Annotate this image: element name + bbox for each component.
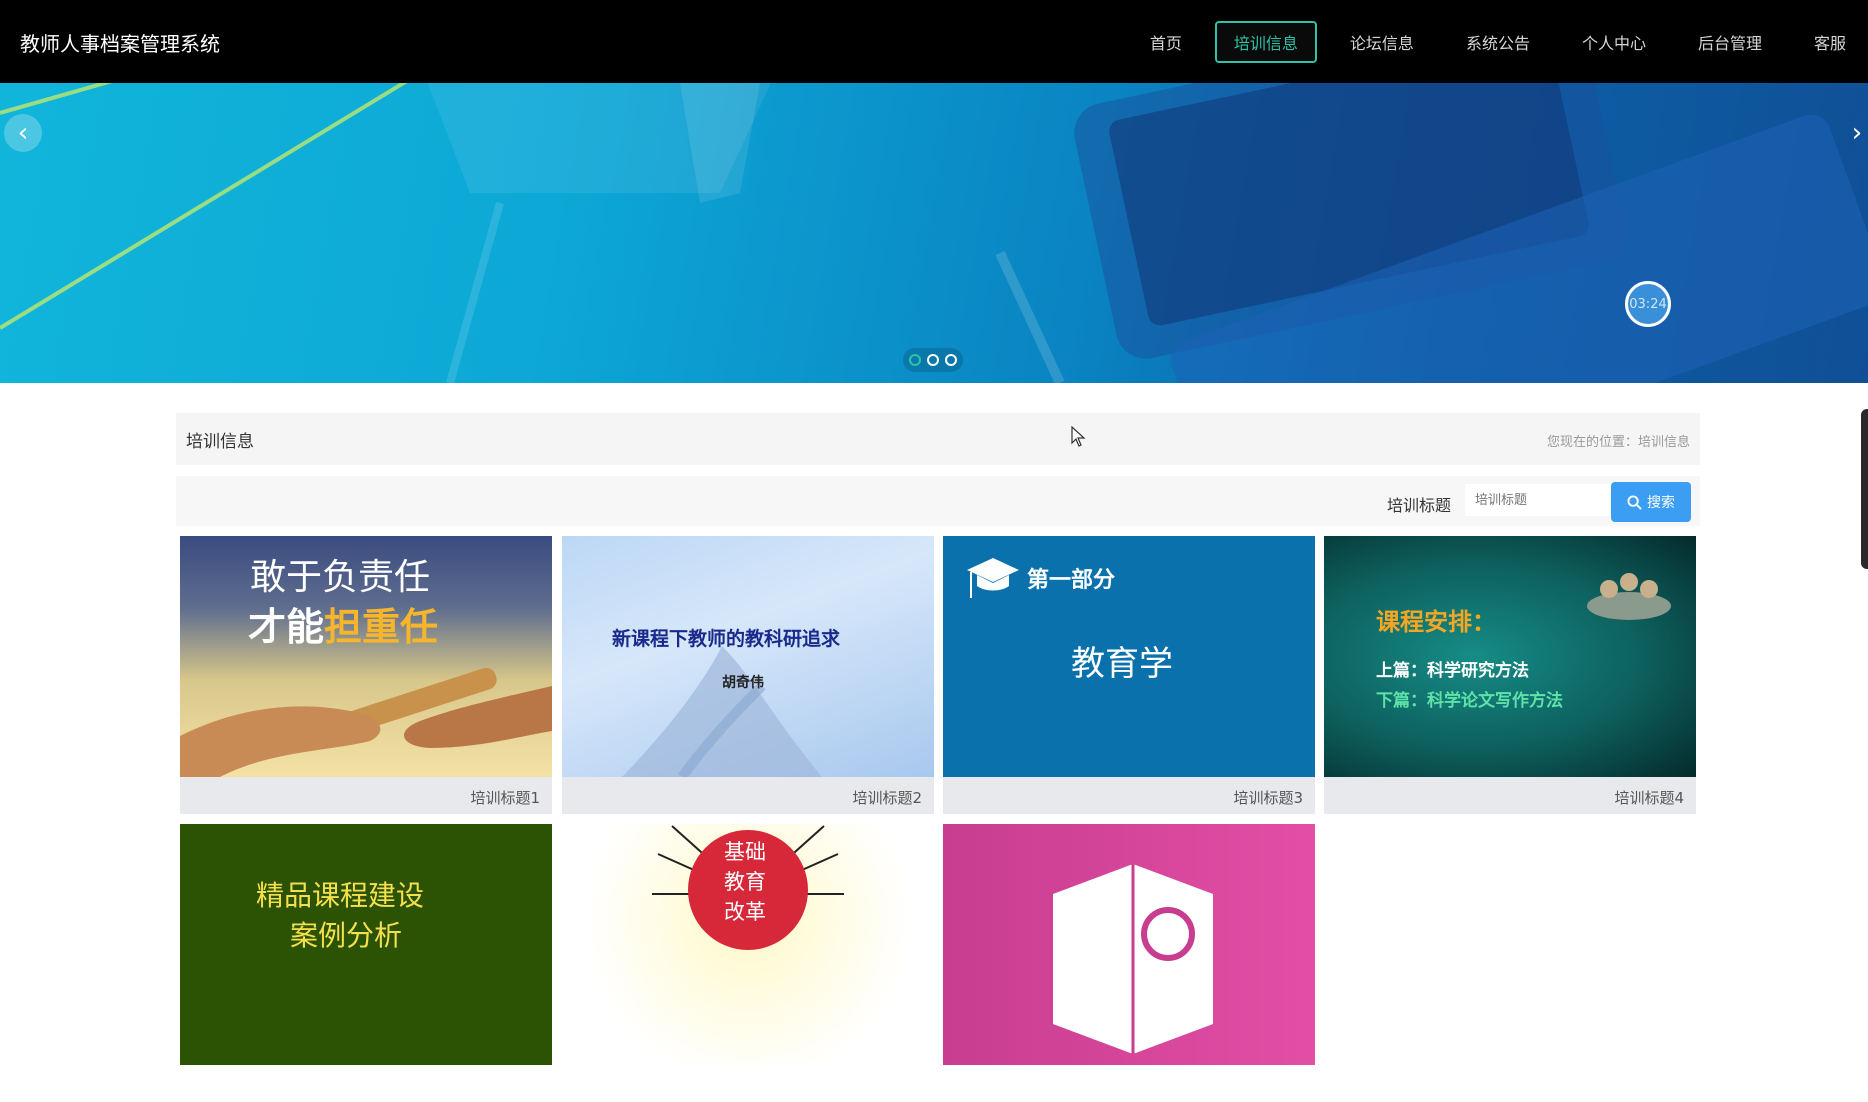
book-icon xyxy=(1053,864,1213,1054)
training-card[interactable]: 课程安排： 上篇：科学研究方法 下篇：科学论文写作方法 培训标题4 xyxy=(1324,536,1696,814)
search-icon xyxy=(1627,494,1642,510)
carousel-dot-1[interactable] xyxy=(909,354,921,366)
image-text-line2: 胡奇伟 xyxy=(722,675,764,691)
banner-background-illustration xyxy=(0,83,1868,383)
image-text-line1: 课程安排： xyxy=(1376,608,1496,636)
section-header: 培训信息 您现在的位置：培训信息 xyxy=(176,413,1700,465)
training-card[interactable] xyxy=(943,824,1315,1102)
image-text-line3: 改革 xyxy=(724,900,766,924)
carousel-timer: 03:24 xyxy=(1625,281,1671,327)
carousel-dot-2[interactable] xyxy=(927,354,939,366)
chevron-left-icon: ‹ xyxy=(17,118,29,148)
image-text-line1: 第一部分 xyxy=(1027,568,1116,593)
top-navbar: 教师人事档案管理系统 首页 培训信息 论坛信息 系统公告 个人中心 后台管理 客… xyxy=(0,0,1868,83)
handshake-illustration xyxy=(180,667,552,777)
breadcrumb: 您现在的位置：培训信息 xyxy=(1546,435,1690,450)
training-card-image: 精品课程建设 案例分析 xyxy=(180,824,552,1065)
training-card[interactable]: 新课程下教师的教科研追求 胡奇伟 培训标题2 xyxy=(562,536,934,814)
mouse-cursor-icon xyxy=(1071,426,1086,447)
training-card-image: 课程安排： 上篇：科学研究方法 下篇：科学论文写作方法 xyxy=(1324,536,1696,777)
image-text-line2: 上篇：科学研究方法 xyxy=(1376,661,1529,681)
training-card-title[interactable]: 培训标题3 xyxy=(943,777,1315,814)
nav-announcements[interactable]: 系统公告 xyxy=(1447,21,1549,63)
carousel-dot-3[interactable] xyxy=(945,354,957,366)
search-input[interactable] xyxy=(1465,484,1635,516)
nav-forum[interactable]: 论坛信息 xyxy=(1331,21,1433,63)
search-bar: 培训标题 搜索 xyxy=(176,476,1700,526)
training-card-title[interactable]: 培训标题4 xyxy=(1324,777,1696,814)
training-card-title[interactable]: 培训标题1 xyxy=(180,777,552,814)
nav-admin[interactable]: 后台管理 xyxy=(1679,21,1781,63)
training-card-title[interactable]: 培训标题2 xyxy=(562,777,934,814)
training-card-image: 第一部分 教育学 xyxy=(943,536,1315,777)
great-wall-illustration xyxy=(622,646,822,777)
training-card-image: 新课程下教师的教科研追求 胡奇伟 xyxy=(562,536,934,777)
search-button-label: 搜索 xyxy=(1647,495,1675,511)
training-card[interactable]: 基础 教育 改革 xyxy=(562,824,934,1102)
main-nav: 首页 培训信息 论坛信息 系统公告 个人中心 后台管理 客服 xyxy=(1117,0,1868,83)
training-card-image: 敢于负责任 才能担重任 xyxy=(180,536,552,777)
image-text-line1: 基础 xyxy=(724,840,766,864)
image-text-line3: 下篇：科学论文写作方法 xyxy=(1376,691,1563,711)
section-title: 培训信息 xyxy=(186,432,254,452)
carousel-next-button[interactable]: › xyxy=(1838,114,1868,152)
nav-training[interactable]: 培训信息 xyxy=(1214,20,1317,63)
image-text-line1: 精品课程建设 xyxy=(256,879,425,912)
training-card[interactable]: 第一部分 教育学 培训标题3 xyxy=(943,536,1315,814)
carousel-prev-button[interactable]: ‹ xyxy=(4,114,42,152)
image-text-line1: 新课程下教师的教科研追求 xyxy=(612,628,841,650)
training-card-image: 基础 教育 改革 xyxy=(562,824,934,1065)
banner-carousel: ‹ › 03:24 xyxy=(0,83,1868,383)
image-text-line2: 案例分析 xyxy=(290,919,403,952)
nav-home[interactable]: 首页 xyxy=(1131,21,1201,63)
training-card[interactable]: 敢于负责任 才能担重任 培训标题1 xyxy=(180,536,552,814)
nav-personal-center[interactable]: 个人中心 xyxy=(1563,21,1665,63)
group-illustration xyxy=(1587,573,1671,620)
image-text-line2: 教育 xyxy=(724,870,766,894)
graduation-cap-icon xyxy=(967,558,1019,598)
carousel-indicators xyxy=(903,348,963,372)
chevron-right-icon: › xyxy=(1851,118,1863,148)
search-button[interactable]: 搜索 xyxy=(1611,482,1691,522)
image-text-line2: 教育学 xyxy=(1071,644,1173,684)
training-card[interactable]: 精品课程建设 案例分析 xyxy=(180,824,552,1102)
training-card-image xyxy=(943,824,1315,1065)
nav-customer-service[interactable]: 客服 xyxy=(1795,21,1868,63)
side-floating-tab[interactable] xyxy=(1861,409,1868,569)
search-label: 培训标题 xyxy=(1387,496,1452,515)
site-title: 教师人事档案管理系统 xyxy=(20,32,220,56)
